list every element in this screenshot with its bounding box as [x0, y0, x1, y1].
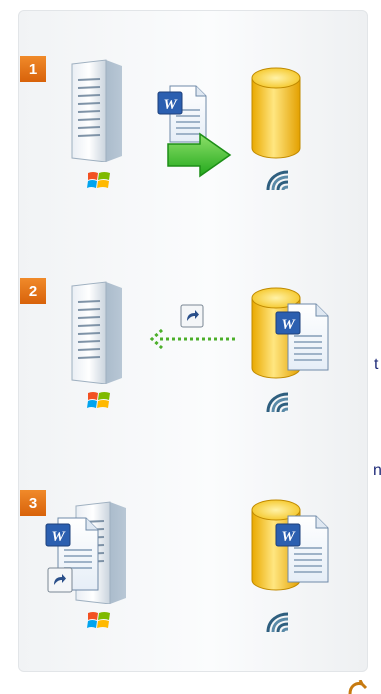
step-1-badge: 1: [20, 56, 46, 82]
database-icon: W: [251, 287, 329, 379]
side-text-2: n: [373, 462, 381, 479]
svg-text:W: W: [51, 529, 66, 545]
shortcut-arrow-icon: [180, 304, 204, 328]
step-3-badge: 3: [20, 490, 46, 516]
server-icon: [71, 281, 122, 384]
svg-text:W: W: [281, 529, 296, 545]
shortcut-arrow-icon: [47, 567, 73, 593]
svg-text:W: W: [163, 97, 178, 113]
step-2-badge: 2: [20, 278, 46, 304]
svg-text:W: W: [281, 317, 296, 333]
green-arrow-icon: [167, 132, 232, 178]
sharepoint-logo-icon: [266, 612, 289, 633]
dotted-link-arrow: [149, 328, 238, 350]
database-icon: [251, 67, 301, 159]
side-text-1: t: [374, 356, 379, 373]
sharepoint-logo-icon: [266, 170, 289, 191]
windows-logo-icon: [87, 612, 110, 628]
windows-logo-icon: [87, 392, 110, 408]
server-icon: [71, 59, 122, 162]
windows-logo-icon: [87, 172, 110, 188]
resize-corner-icon: [348, 680, 368, 694]
sharepoint-logo-icon: [266, 392, 289, 413]
database-icon: W: [251, 499, 329, 591]
server-icon: W: [45, 501, 126, 604]
